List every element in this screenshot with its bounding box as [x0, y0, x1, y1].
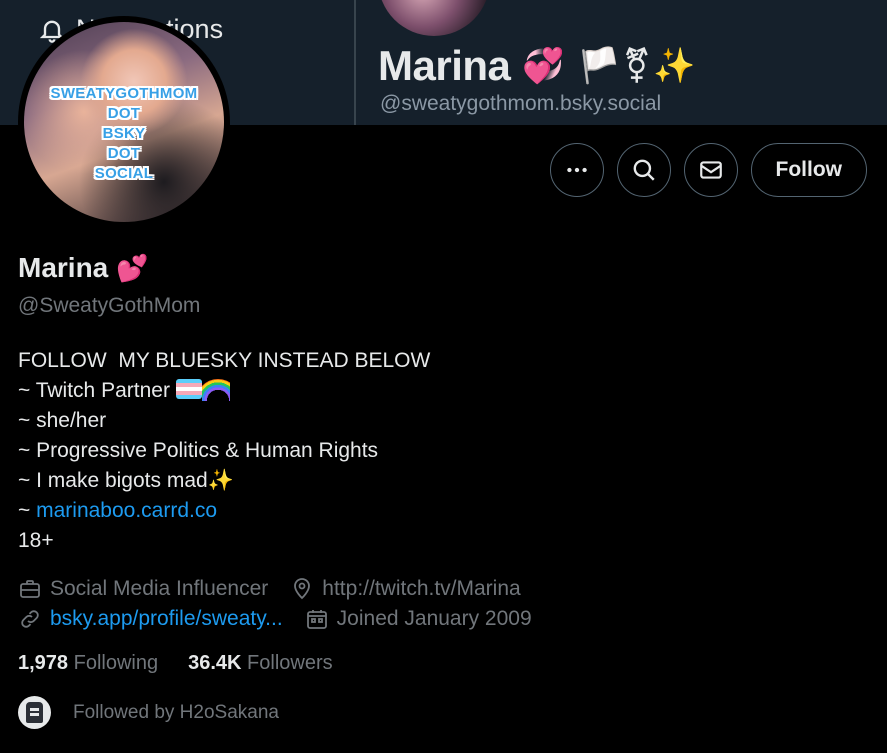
followers-count: 36.4K	[188, 652, 242, 674]
bio-line: 18+	[18, 529, 54, 552]
avatar-image: SWEATYGOTHMOM DOT BSKY DOT SOCIAL	[24, 22, 224, 222]
bio-line: ~ marinaboo.carrd.co	[18, 496, 430, 526]
profile-actions: Follow	[549, 143, 867, 197]
display-name-text: Marina	[18, 252, 109, 283]
meta-joined: Joined January 2009	[305, 607, 532, 631]
follower-avatar	[18, 696, 51, 729]
calendar-icon	[306, 610, 327, 629]
meta-location: http://twitch.tv/Marina	[290, 577, 521, 601]
followed-by[interactable]: Followed by H2oSakana	[18, 696, 279, 729]
bio-line: ~ she/her	[18, 409, 107, 432]
bio-line-text: ~ I make bigots mad	[18, 469, 208, 492]
avatar-text-line: BSKY	[102, 125, 146, 142]
message-button[interactable]	[683, 143, 738, 197]
bio-line: ~ Progressive Politics & Human Rights	[18, 439, 379, 462]
mail-icon	[699, 161, 722, 179]
meta-category-text: Social Media Influencer	[50, 577, 269, 600]
banner-display-name: Marina 💞 🏳️⚧✨	[378, 42, 697, 90]
meta-website[interactable]: bsky.app/profile/sweaty...	[18, 607, 283, 631]
location-pin-icon	[294, 578, 311, 600]
avatar-text-line: DOT	[107, 145, 141, 162]
banner-avatar-thumb	[378, 0, 490, 36]
profile-meta: Social Media Influencer http://twitch.tv…	[18, 574, 554, 634]
bio-line: ~ Twitch Partner	[18, 376, 430, 406]
sparkles-icon: ✨	[207, 469, 234, 492]
meta-location-text: http://twitch.tv/Marina	[322, 577, 521, 600]
meta-website-link[interactable]: bsky.app/profile/sweaty...	[50, 607, 283, 631]
search-button[interactable]	[616, 143, 671, 197]
profile-handle: @SweatyGothMom	[18, 294, 201, 317]
rainbow-icon	[202, 377, 230, 401]
follow-button[interactable]: Follow	[750, 143, 867, 197]
profile-avatar[interactable]: SWEATYGOTHMOM DOT BSKY DOT SOCIAL	[18, 16, 230, 228]
profile-bio: FOLLOW MY BLUESKY INSTEAD BELOW ~ Twitch…	[18, 346, 430, 556]
link-icon	[21, 610, 39, 628]
meta-joined-text: Joined January 2009	[336, 607, 532, 630]
bio-line: ~ I make bigots mad✨	[18, 466, 430, 496]
followed-by-text: Followed by H2oSakana	[73, 701, 279, 723]
avatar-text-line: SOCIAL	[94, 165, 154, 182]
display-name-emoji: 💕	[116, 252, 149, 283]
banner-divider	[354, 0, 356, 125]
following-count: 1,978	[18, 652, 69, 674]
banner-name-text: Marina	[378, 42, 511, 89]
more-button[interactable]	[549, 143, 604, 197]
display-name: Marina 💕	[18, 252, 149, 284]
profile-stats: 1,978 Following 36.4K Followers	[18, 652, 333, 675]
following-label: Following	[73, 652, 159, 674]
search-icon	[633, 159, 655, 181]
following-stat[interactable]: 1,978 Following	[18, 652, 158, 675]
trans-flag-icon	[175, 379, 202, 399]
meta-category: Social Media Influencer	[18, 577, 268, 601]
more-dots-icon	[566, 167, 587, 173]
banner-name-emojis: 💞 🏳️⚧✨	[522, 47, 698, 85]
avatar-overlay-text: SWEATYGOTHMOM DOT BSKY DOT SOCIAL	[24, 84, 224, 184]
briefcase-icon	[20, 580, 40, 598]
bio-line-prefix: ~	[18, 499, 37, 522]
avatar-text-line: DOT	[107, 105, 141, 122]
followers-stat[interactable]: 36.4K Followers	[188, 652, 333, 675]
avatar-text-line: SWEATYGOTHMOM	[50, 85, 198, 102]
followers-label: Followers	[247, 652, 333, 674]
meta-row: Social Media Influencer http://twitch.tv…	[18, 574, 554, 604]
bio-line-text: ~ Twitch Partner	[18, 379, 176, 402]
banner-handle: @sweatygothmom.bsky.social	[380, 92, 662, 115]
bio-line: FOLLOW MY BLUESKY INSTEAD BELOW	[18, 349, 431, 372]
bio-link[interactable]: marinaboo.carrd.co	[36, 499, 217, 522]
meta-row: bsky.app/profile/sweaty... Joined Januar…	[18, 604, 554, 634]
